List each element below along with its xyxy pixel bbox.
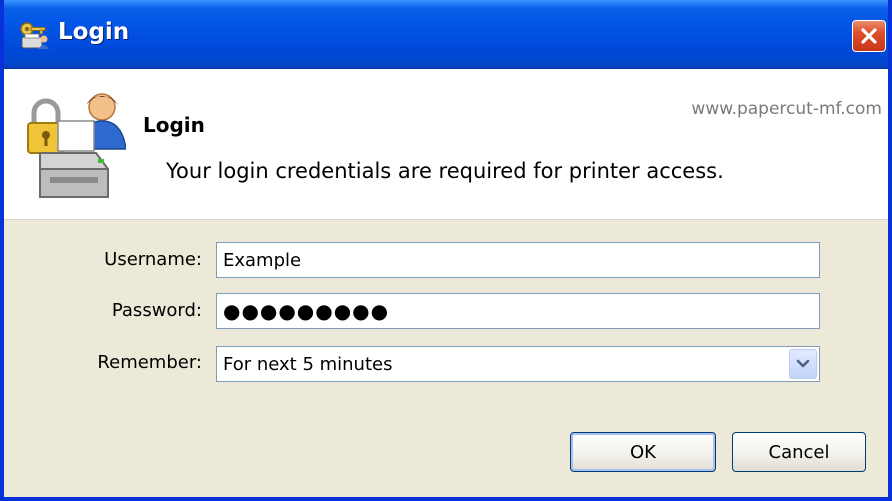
password-input[interactable] (216, 293, 820, 329)
vendor-url: www.papercut-mf.com (691, 99, 882, 119)
remember-select[interactable]: For next 5 minutes (216, 346, 820, 382)
window-title: Login (58, 19, 130, 45)
printer-lock-user-icon (27, 93, 126, 198)
remember-selected-value: For next 5 minutes (223, 353, 393, 375)
cancel-button[interactable]: Cancel (732, 432, 866, 472)
title-bar[interactable]: Login (4, 0, 888, 69)
chevron-down-icon (796, 359, 810, 368)
username-label: Username: (104, 249, 202, 270)
login-dialog: Login Login www.papercut-mf.com Your log… (0, 0, 892, 501)
ok-button[interactable]: OK (570, 432, 716, 472)
header-description: Your login credentials are required for … (166, 159, 724, 183)
header-title: Login (143, 113, 205, 137)
dialog-header: Login www.papercut-mf.com Your login cre… (4, 69, 888, 220)
username-input[interactable] (216, 242, 820, 278)
password-label: Password: (111, 300, 202, 321)
remember-dropdown-button[interactable] (789, 349, 817, 379)
close-button[interactable] (852, 20, 886, 52)
login-key-icon (20, 22, 49, 49)
remember-label: Remember: (97, 352, 202, 373)
close-icon (861, 28, 877, 44)
